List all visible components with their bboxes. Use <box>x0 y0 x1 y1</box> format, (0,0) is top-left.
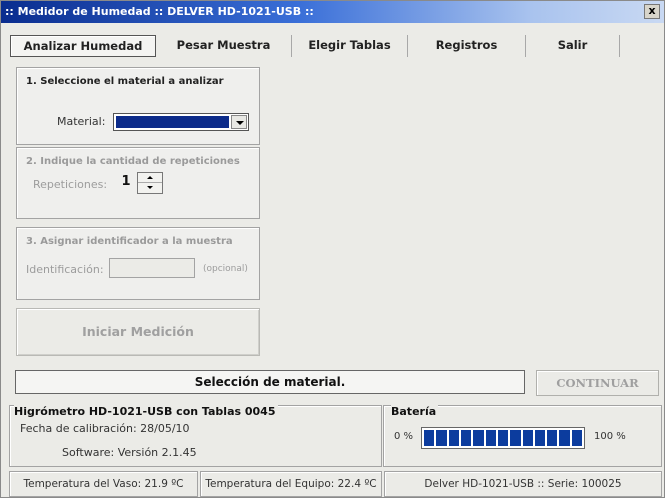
repeticiones-group-title: 2. Indique la cantidad de repeticiones <box>26 156 240 167</box>
main-window: :: Medidor de Humedad :: DELVER HD-1021-… <box>0 0 665 498</box>
repeticiones-group: 2. Indique la cantidad de repeticiones R… <box>16 147 260 219</box>
identificacion-label: Identificación: <box>26 263 104 276</box>
material-select[interactable] <box>113 113 249 131</box>
battery-segment <box>559 430 570 446</box>
battery-segment <box>510 430 521 446</box>
title-bar: :: Medidor de Humedad :: DELVER HD-1021-… <box>1 1 664 23</box>
battery-segment <box>522 430 533 446</box>
battery-segment <box>547 430 558 446</box>
chevron-down-icon[interactable] <box>231 115 247 129</box>
tab-bar: Analizar Humedad Pesar Muestra Elegir Ta… <box>10 35 622 59</box>
continue-button[interactable]: CONTINUAR <box>536 370 659 396</box>
battery-segment <box>534 430 546 446</box>
device-title: Higrómetro HD-1021-USB con Tablas 0045 <box>14 405 278 418</box>
battery-segment <box>497 430 509 446</box>
battery-title: Batería <box>391 405 439 418</box>
status-message: Selección de material. <box>15 370 525 394</box>
close-icon: x <box>648 4 656 17</box>
repeticiones-stepper[interactable] <box>137 172 163 194</box>
material-group-title: 1. Seleccione el material a analizar <box>26 76 224 87</box>
battery-max-label: 100 % <box>594 431 626 442</box>
optional-note: (opcional) <box>203 264 248 274</box>
battery-segment <box>460 430 472 446</box>
tab-label: Salir <box>557 38 588 52</box>
tab-label: Pesar Muestra <box>176 38 271 52</box>
repeticiones-value: 1 <box>121 174 131 189</box>
battery-segment <box>473 430 484 446</box>
tab-label: Registros <box>435 38 498 52</box>
battery-min-label: 0 % <box>394 431 414 442</box>
repeticiones-label: Repeticiones: <box>33 178 108 191</box>
vessel-temperature: Temperatura del Vaso: 21.9 ºC <box>9 471 198 497</box>
tab-label: Elegir Tablas <box>308 38 391 52</box>
battery-panel: Batería 0 % 100 % <box>383 405 662 467</box>
identificacion-group-title: 3. Asignar identificador a la muestra <box>26 236 233 247</box>
tab-analizar-humedad[interactable]: Analizar Humedad <box>10 35 156 57</box>
close-button[interactable]: x <box>644 4 660 19</box>
material-select-value <box>116 116 229 128</box>
software-version: Software: Versión 2.1.45 <box>62 446 197 459</box>
spin-down-icon[interactable] <box>138 183 162 193</box>
battery-level-bar <box>421 427 585 449</box>
material-group: 1. Seleccione el material a analizar Mat… <box>16 67 260 145</box>
serial-number: Delver HD-1021-USB :: Serie: 100025 <box>384 471 662 497</box>
window-title: :: Medidor de Humedad :: DELVER HD-1021-… <box>5 5 314 18</box>
tab-pesar-muestra[interactable]: Pesar Muestra <box>156 35 292 57</box>
battery-segment <box>571 430 583 446</box>
identificacion-input[interactable] <box>109 258 195 278</box>
tab-salir[interactable]: Salir <box>526 35 620 57</box>
spin-up-icon[interactable] <box>138 173 162 183</box>
tab-elegir-tablas[interactable]: Elegir Tablas <box>292 35 408 57</box>
tab-registros[interactable]: Registros <box>408 35 526 57</box>
identificacion-group: 3. Asignar identificador a la muestra Id… <box>16 227 260 300</box>
material-label: Material: <box>57 115 106 128</box>
battery-segment <box>436 430 447 446</box>
battery-segment <box>424 430 435 446</box>
start-measurement-button[interactable]: Iniciar Medición <box>16 308 260 356</box>
device-temperature: Temperatura del Equipo: 22.4 ºC <box>200 471 382 497</box>
battery-segment <box>485 430 496 446</box>
calibration-date: Fecha de calibración: 28/05/10 <box>20 422 190 435</box>
battery-segment <box>448 430 459 446</box>
tab-label: Analizar Humedad <box>23 39 143 53</box>
device-info-panel: Higrómetro HD-1021-USB con Tablas 0045 F… <box>9 405 382 467</box>
